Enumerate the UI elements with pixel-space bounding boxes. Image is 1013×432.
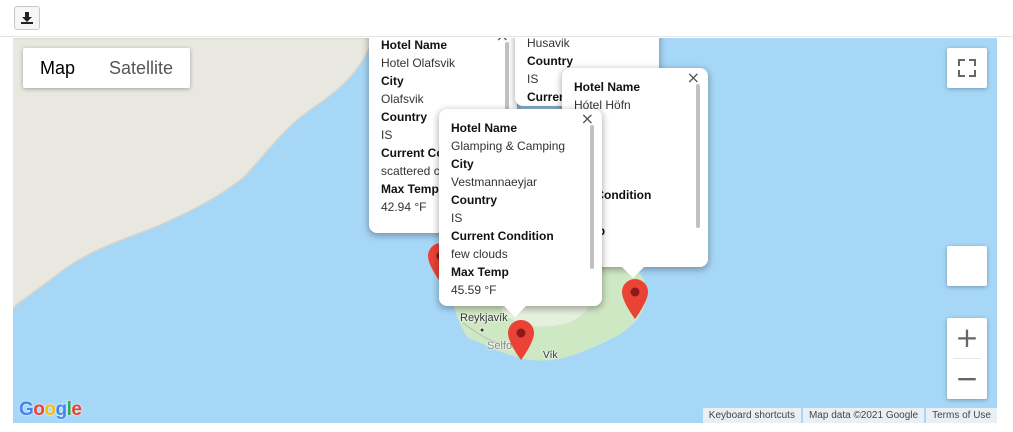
toolbar — [0, 0, 1013, 37]
hotel-name-value: Glamping & Camping — [451, 139, 566, 153]
city-value: Olafsvik — [381, 92, 424, 106]
place-label-vik: Vík — [543, 350, 558, 361]
condition-value: few clouds — [451, 247, 508, 261]
place-label-reykjavik: Reykjavík — [460, 312, 508, 324]
hotel-name-label: Hotel Name — [451, 121, 518, 135]
map-type-map-button[interactable]: Map — [23, 48, 92, 88]
max-temp-value: 45.59 °F — [451, 283, 497, 297]
city-value: Vestmannaeyjar — [451, 175, 538, 189]
download-button[interactable] — [14, 6, 40, 30]
scrollbar[interactable] — [590, 125, 594, 269]
fullscreen-icon — [958, 59, 976, 77]
hotel-name-value: Hotel Olafsvik — [381, 56, 456, 70]
hotel-name-label: Hotel Name — [381, 38, 448, 52]
city-label: City — [451, 157, 474, 171]
fullscreen-button[interactable] — [947, 48, 987, 88]
hotel-name-label: Hotel Name — [574, 80, 641, 94]
map-type-control: Map Satellite — [23, 48, 191, 88]
info-window-tail — [503, 305, 527, 317]
country-value: IS — [451, 211, 463, 225]
zoom-in-button[interactable]: + — [947, 318, 987, 358]
map-view[interactable]: Map Satellite + − Reykjavík ● Selfoss Ví… — [13, 38, 997, 423]
map-marker-hofn[interactable] — [622, 279, 648, 319]
city-label: City — [381, 74, 404, 88]
zoom-out-button[interactable]: − — [947, 359, 987, 399]
reykjavik-dot: ● — [480, 327, 485, 334]
map-marker-vestmannaeyjar[interactable] — [508, 320, 534, 360]
terms-of-use-link[interactable]: Terms of Use — [926, 408, 997, 423]
max-temp-label: Max Temp — [451, 265, 509, 279]
map-type-satellite-button[interactable]: Satellite — [92, 48, 190, 88]
country-label: Country — [451, 193, 497, 207]
info-window-tail — [621, 266, 645, 278]
download-icon — [21, 12, 33, 24]
google-logo[interactable]: Google — [19, 399, 82, 421]
map-data-text: Map data ©2021 Google — [802, 408, 925, 423]
hotel-name-value: Husavik — [527, 38, 570, 50]
keyboard-shortcuts-link[interactable]: Keyboard shortcuts — [702, 408, 801, 423]
condition-label: Current Condition — [451, 229, 554, 243]
zoom-control: + − — [947, 318, 987, 399]
pegman-control[interactable] — [947, 246, 987, 286]
info-window-vestmannaeyjar: × Hotel Name Glamping & Camping City Ves… — [439, 109, 602, 306]
map-footer: Keyboard shortcuts Map data ©2021 Google… — [701, 408, 997, 423]
scrollbar[interactable] — [696, 84, 700, 228]
